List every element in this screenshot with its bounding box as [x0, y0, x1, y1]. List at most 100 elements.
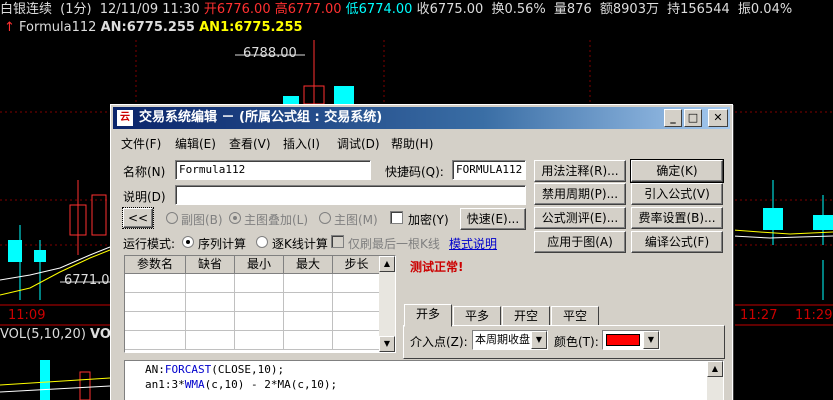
- param-cell[interactable]: [333, 274, 381, 293]
- encrypt-checkbox[interactable]: [390, 211, 403, 224]
- param-scrollbar[interactable]: ▲ ▼: [379, 256, 395, 352]
- desc-input[interactable]: [175, 185, 526, 205]
- disabled-periods-button[interactable]: 禁用周期(P)...: [534, 183, 626, 205]
- chevron-down-icon[interactable]: ▼: [643, 331, 659, 349]
- usage-notes-button[interactable]: 用法注释(R)...: [534, 160, 626, 182]
- param-cell[interactable]: [125, 274, 186, 293]
- scroll-up-button[interactable]: ▲: [379, 256, 395, 272]
- param-cell[interactable]: [186, 293, 235, 312]
- param-cell[interactable]: [284, 274, 333, 293]
- name-input[interactable]: Formula112: [175, 160, 371, 180]
- time-label-left: 11:09: [8, 308, 46, 323]
- period-label: (1分): [60, 2, 92, 17]
- editor-scrollbar[interactable]: ▲: [707, 361, 723, 400]
- tab-open-long[interactable]: 开多: [404, 304, 452, 327]
- close-button[interactable]: ✕: [708, 109, 728, 127]
- desc-label: 说明(D): [123, 190, 166, 204]
- menu-file[interactable]: 文件(F): [121, 135, 161, 152]
- param-cell[interactable]: [333, 312, 381, 331]
- param-cell[interactable]: [284, 312, 333, 331]
- chevron-down-icon[interactable]: ▼: [531, 331, 547, 349]
- app-icon: 云: [117, 110, 133, 126]
- scroll-down-button[interactable]: ▼: [379, 336, 395, 352]
- per-bar-calc-radio[interactable]: [256, 236, 268, 248]
- formula-code-editor[interactable]: AN:FORCAST(CLOSE,10); an1:3*WMA(c,10) - …: [124, 360, 724, 400]
- vol-indicator-name: VOL(5,10,20): [0, 327, 86, 342]
- menu-edit[interactable]: 编辑(E): [175, 135, 216, 152]
- mainchart-label: 主图(M): [334, 213, 378, 227]
- an-value: AN:6775.255: [100, 20, 195, 35]
- formula-eval-button[interactable]: 公式测评(E)...: [534, 207, 626, 229]
- param-cell[interactable]: [333, 293, 381, 312]
- param-cell[interactable]: [284, 293, 333, 312]
- editor-scroll-up-button[interactable]: ▲: [707, 361, 723, 377]
- datetime-label: 12/11/09 11:30: [99, 2, 200, 17]
- param-cell[interactable]: [235, 293, 284, 312]
- apply-to-chart-button[interactable]: 应用于图(A): [534, 231, 626, 253]
- name-label: 名称(N): [123, 165, 166, 179]
- tab-close-long[interactable]: 平多: [453, 306, 501, 326]
- color-select[interactable]: ▼: [602, 330, 660, 350]
- vol-indicator-value: VO: [90, 327, 111, 342]
- param-cell[interactable]: [235, 331, 284, 350]
- param-cell[interactable]: [125, 312, 186, 331]
- open-price: 开6776.00: [203, 2, 271, 17]
- shortcut-input[interactable]: FORMULA112: [452, 160, 526, 180]
- param-cell[interactable]: [235, 312, 284, 331]
- volume-indicator-line: VOL(5,10,20) VO: [0, 326, 111, 344]
- volume-value: 量876: [553, 2, 592, 17]
- subchart-radio[interactable]: [166, 212, 178, 224]
- amount-value: 额8903万: [599, 2, 659, 17]
- sequence-calc-radio[interactable]: [182, 236, 194, 248]
- menu-help[interactable]: 帮助(H): [391, 135, 433, 152]
- volume-bars: [0, 360, 111, 400]
- formula-indicator-line: ↑ Formula112 AN:6775.255 AN1:6775.255: [4, 19, 303, 37]
- time-label-right-1: 11:27: [740, 308, 778, 323]
- menu-debug[interactable]: 调试(D): [337, 135, 380, 152]
- param-header-name: 参数名: [125, 256, 186, 274]
- param-cell[interactable]: [125, 331, 186, 350]
- low-price: 低6774.00: [345, 2, 413, 17]
- code-line: an1:3*WMA(c,10) - 2*MA(c,10);: [145, 378, 338, 391]
- time-label-right-2: 11:29: [795, 308, 833, 323]
- position-value: 持156544: [667, 2, 730, 17]
- collapse-button[interactable]: <<: [122, 207, 154, 229]
- ok-button[interactable]: 确定(K): [630, 159, 724, 183]
- compile-formula-button[interactable]: 编译公式(F): [631, 231, 723, 253]
- overlay-radio[interactable]: [229, 212, 241, 224]
- entry-point-select[interactable]: 本周期收盘 ▼: [472, 330, 548, 350]
- mode-help-link[interactable]: 模式说明: [449, 235, 497, 252]
- tab-close-short[interactable]: 平空: [551, 306, 599, 326]
- param-cell[interactable]: [186, 274, 235, 293]
- param-header-min: 最小: [235, 256, 284, 274]
- signal-tab-panel: 介入点(Z): 本周期收盘 ▼ 颜色(T): ▼: [403, 325, 725, 359]
- menu-insert[interactable]: 插入(I): [283, 135, 320, 152]
- param-header-step: 步长: [333, 256, 381, 274]
- param-rows[interactable]: [125, 274, 381, 352]
- mainchart-radio[interactable]: [319, 212, 331, 224]
- tab-open-short[interactable]: 开空: [502, 306, 550, 326]
- formula-name: Formula112: [19, 20, 97, 35]
- ma-line-right: [732, 229, 833, 235]
- overlay-label: 主图叠加(L): [244, 213, 309, 227]
- last-bar-label: 仅刷最后一根K线: [348, 237, 440, 251]
- speed-button[interactable]: 快速(E)...: [460, 208, 526, 230]
- entry-point-label: 介入点(Z):: [410, 335, 468, 349]
- fee-settings-button[interactable]: 费率设置(B)...: [631, 207, 723, 229]
- quote-info-bar: 白银连续 (1分) 12/11/09 11:30 开6776.00 高6777.…: [0, 0, 792, 20]
- param-cell[interactable]: [284, 331, 333, 350]
- dialog-titlebar[interactable]: 云 交易系统编辑 － (所属公式组 : 交易系统) _ □ ✕: [113, 107, 730, 129]
- trade-system-editor-dialog: 云 交易系统编辑 － (所属公式组 : 交易系统) _ □ ✕ 文件(F) 编辑…: [110, 104, 733, 400]
- param-cell[interactable]: [333, 331, 381, 350]
- last-bar-checkbox[interactable]: [331, 235, 344, 248]
- param-cell[interactable]: [235, 274, 284, 293]
- import-formula-button[interactable]: 引入公式(V): [631, 183, 723, 205]
- color-swatch: [606, 334, 640, 346]
- param-cell[interactable]: [186, 331, 235, 350]
- param-cell[interactable]: [125, 293, 186, 312]
- minimize-button[interactable]: _: [664, 109, 682, 127]
- menu-view[interactable]: 查看(V): [229, 135, 271, 152]
- param-cell[interactable]: [186, 312, 235, 331]
- maximize-button[interactable]: □: [684, 109, 702, 127]
- shortcut-label: 快捷码(Q):: [385, 165, 444, 179]
